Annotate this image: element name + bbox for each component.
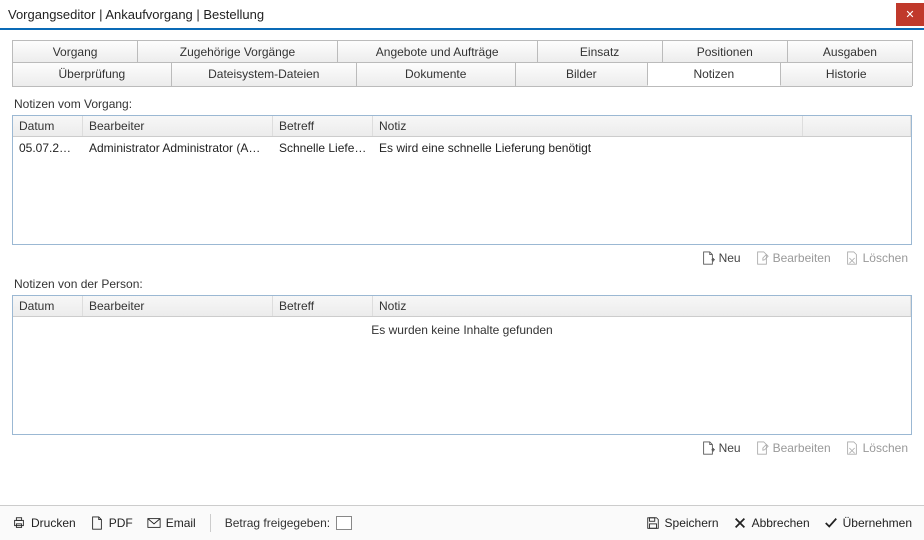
action-bar-section1: Neu Bearbeiten Löschen [12, 245, 912, 267]
new-icon [701, 251, 715, 265]
section-label-vorgang-notizen: Notizen vom Vorgang: [14, 97, 912, 111]
titlebar: Vorgangseditor | Ankaufvorgang | Bestell… [0, 0, 924, 30]
content-area: Vorgang Zugehörige Vorgänge Angebote und… [0, 30, 924, 501]
delete-icon [845, 251, 859, 265]
col-betreff-2[interactable]: Betreff [273, 296, 373, 316]
grid-vorgang-notizen: Datum Bearbeiter Betreff Notiz 05.07.201… [12, 115, 912, 245]
action-bar-section2: Neu Bearbeiten Löschen [12, 435, 912, 457]
tab-bilder[interactable]: Bilder [515, 62, 648, 86]
col-bearbeiter[interactable]: Bearbeiter [83, 116, 273, 136]
apply-icon [824, 516, 838, 530]
delete-icon [845, 441, 859, 455]
edit-icon [755, 251, 769, 265]
drucken-button[interactable]: Drucken [12, 516, 76, 530]
col-datum[interactable]: Datum [13, 116, 83, 136]
col-notiz[interactable]: Notiz [373, 116, 803, 136]
loeschen-label: Löschen [863, 251, 908, 265]
tab-einsatz[interactable]: Einsatz [537, 40, 663, 63]
loeschen-label-2: Löschen [863, 441, 908, 455]
bearbeiten-label: Bearbeiten [773, 251, 831, 265]
speichern-button[interactable]: Speichern [646, 516, 719, 530]
betrag-freigegeben-box[interactable] [336, 516, 352, 530]
bearbeiten-label-2: Bearbeiten [773, 441, 831, 455]
grid-header-2: Datum Bearbeiter Betreff Notiz [13, 296, 911, 317]
col-datum-2[interactable]: Datum [13, 296, 83, 316]
email-icon [147, 516, 161, 530]
col-bearbeiter-2[interactable]: Bearbeiter [83, 296, 273, 316]
cancel-icon [733, 516, 747, 530]
col-betreff[interactable]: Betreff [273, 116, 373, 136]
col-tail [803, 116, 911, 136]
edit-icon [755, 441, 769, 455]
save-icon [646, 516, 660, 530]
tab-strip: Vorgang Zugehörige Vorgänge Angebote und… [12, 40, 912, 87]
uebernehmen-label: Übernehmen [843, 516, 912, 530]
speichern-label: Speichern [665, 516, 719, 530]
abbrechen-label: Abbrechen [752, 516, 810, 530]
neu-label: Neu [719, 251, 741, 265]
tab-notizen[interactable]: Notizen [647, 62, 780, 86]
tab-dateisystem-dateien[interactable]: Dateisystem-Dateien [171, 62, 357, 86]
tab-positionen[interactable]: Positionen [662, 40, 788, 63]
email-label: Email [166, 516, 196, 530]
window-title: Vorgangseditor | Ankaufvorgang | Bestell… [8, 7, 264, 22]
pdf-icon [90, 516, 104, 530]
footer: Drucken PDF Email Betrag freigegeben: Sp… [0, 506, 924, 540]
col-notiz-2[interactable]: Notiz [373, 296, 911, 316]
loeschen-button[interactable]: Löschen [845, 251, 908, 265]
tab-zugehoerige-vorgaenge[interactable]: Zugehörige Vorgänge [137, 40, 338, 63]
cell-bearbeiter: Administrator Administrator (Admi [83, 140, 273, 156]
cell-notiz: Es wird eine schnelle Lieferung benötigt [373, 140, 911, 156]
neu-button[interactable]: Neu [701, 251, 741, 265]
footer-vsep [210, 514, 211, 532]
new-icon [701, 441, 715, 455]
cell-datum: 05.07.2018 [13, 140, 83, 156]
neu-button-2[interactable]: Neu [701, 441, 741, 455]
pdf-label: PDF [109, 516, 133, 530]
neu-label-2: Neu [719, 441, 741, 455]
loeschen-button-2[interactable]: Löschen [845, 441, 908, 455]
pdf-button[interactable]: PDF [90, 516, 133, 530]
cell-betreff: Schnelle Lieferung [273, 140, 373, 156]
email-button[interactable]: Email [147, 516, 196, 530]
section-label-person-notizen: Notizen von der Person: [14, 277, 912, 291]
abbrechen-button[interactable]: Abbrechen [733, 516, 810, 530]
tab-angebote-auftraege[interactable]: Angebote und Aufträge [337, 40, 538, 63]
drucken-label: Drucken [31, 516, 76, 530]
betrag-label: Betrag freigegeben: [225, 516, 330, 530]
close-button[interactable]: ✕ [896, 3, 924, 26]
grid-person-notizen: Datum Bearbeiter Betreff Notiz Es wurden… [12, 295, 912, 435]
tab-vorgang[interactable]: Vorgang [12, 40, 138, 63]
print-icon [12, 516, 26, 530]
tab-ausgaben[interactable]: Ausgaben [787, 40, 913, 63]
close-icon: ✕ [905, 8, 914, 21]
uebernehmen-button[interactable]: Übernehmen [824, 516, 912, 530]
bearbeiten-button[interactable]: Bearbeiten [755, 251, 831, 265]
tab-dokumente[interactable]: Dokumente [356, 62, 516, 86]
tab-historie[interactable]: Historie [780, 62, 913, 86]
grid-header: Datum Bearbeiter Betreff Notiz [13, 116, 911, 137]
table-row[interactable]: 05.07.2018 Administrator Administrator (… [13, 137, 911, 159]
bearbeiten-button-2[interactable]: Bearbeiten [755, 441, 831, 455]
tab-ueberpruefung[interactable]: Überprüfung [12, 62, 172, 86]
empty-text: Es wurden keine Inhalte gefunden [13, 317, 911, 343]
